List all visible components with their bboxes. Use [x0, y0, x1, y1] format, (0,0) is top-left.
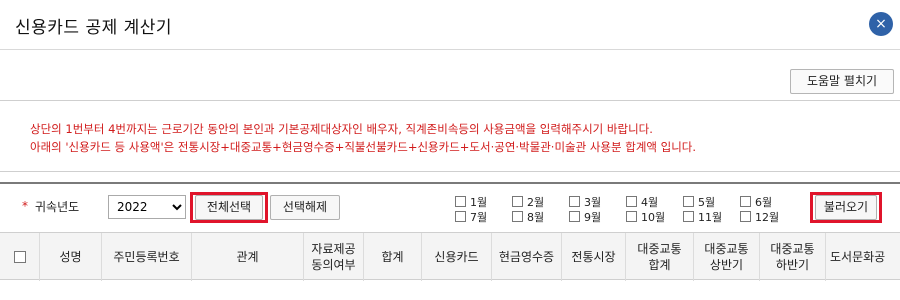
required-mark: * [22, 199, 28, 213]
header-select-all-checkbox[interactable] [0, 233, 40, 281]
header-traditional-market: 전통시장 [562, 233, 626, 281]
month-checkbox-7[interactable]: 7월 [455, 209, 487, 225]
month-checkbox-1[interactable]: 1월 [455, 194, 487, 210]
month-checkbox-12[interactable]: 12월 [740, 209, 779, 225]
table-header: 성명 주민등록번호 관계 자료제공 동의여부 합계 신용카드 현금영수증 전통시… [0, 232, 900, 281]
header-transit-second-half: 대중교통 하반기 [760, 233, 826, 281]
close-icon[interactable]: × [869, 12, 893, 36]
month-checkbox-8[interactable]: 8월 [512, 209, 544, 225]
load-highlight [810, 192, 882, 223]
header-books-culture: 도서문화공 [830, 250, 886, 264]
month-checkbox-9[interactable]: 9월 [569, 209, 601, 225]
month-checkbox-4[interactable]: 4월 [626, 194, 658, 210]
help-toggle-button[interactable]: 도움말 펼치기 [790, 69, 894, 94]
month-checkbox-grid: 1월 2월 3월 4월 5월 6월 7월 8월 9월 10월 11월 12월 [455, 194, 795, 224]
year-select[interactable]: 2022 [108, 195, 186, 219]
month-checkbox-11[interactable]: 11월 [683, 209, 722, 225]
month-checkbox-3[interactable]: 3월 [569, 194, 601, 210]
select-all-highlight [190, 192, 268, 223]
filter-bar: * 귀속년도 2022 전체선택 선택해제 1월 2월 3월 4월 5월 6월 … [0, 182, 900, 232]
month-checkbox-2[interactable]: 2월 [512, 194, 544, 210]
notice-line-2: 아래의 '신용카드 등 사용액'은 전통시장+대중교통+현금영수증+직불선불카드… [30, 140, 697, 154]
header-consent: 자료제공 동의여부 [304, 233, 364, 281]
header-credit-card: 신용카드 [422, 233, 492, 281]
header-total: 합계 [364, 233, 422, 281]
header-relation: 관계 [192, 233, 304, 281]
month-checkbox-6[interactable]: 6월 [740, 194, 772, 210]
notice-box: 상단의 1번부터 4번까지는 근로기간 동안의 본인과 기본공제대상자인 배우자… [0, 100, 900, 172]
year-label: 귀속년도 [35, 200, 80, 214]
header-name: 성명 [40, 233, 102, 281]
deselect-button[interactable]: 선택해제 [270, 195, 340, 220]
header-cash-receipt: 현금영수증 [492, 233, 562, 281]
dialog-titlebar: 신용카드 공제 계산기 × [0, 0, 900, 50]
header-transit-total: 대중교통 합계 [626, 233, 694, 281]
header-transit-first-half: 대중교통 상반기 [694, 233, 760, 281]
dialog-title: 신용카드 공제 계산기 [15, 18, 173, 38]
header-resident-number: 주민등록번호 [102, 233, 192, 281]
month-checkbox-5[interactable]: 5월 [683, 194, 715, 210]
month-checkbox-10[interactable]: 10월 [626, 209, 665, 225]
notice-line-1: 상단의 1번부터 4번까지는 근로기간 동안의 본인과 기본공제대상자인 배우자… [30, 122, 653, 136]
